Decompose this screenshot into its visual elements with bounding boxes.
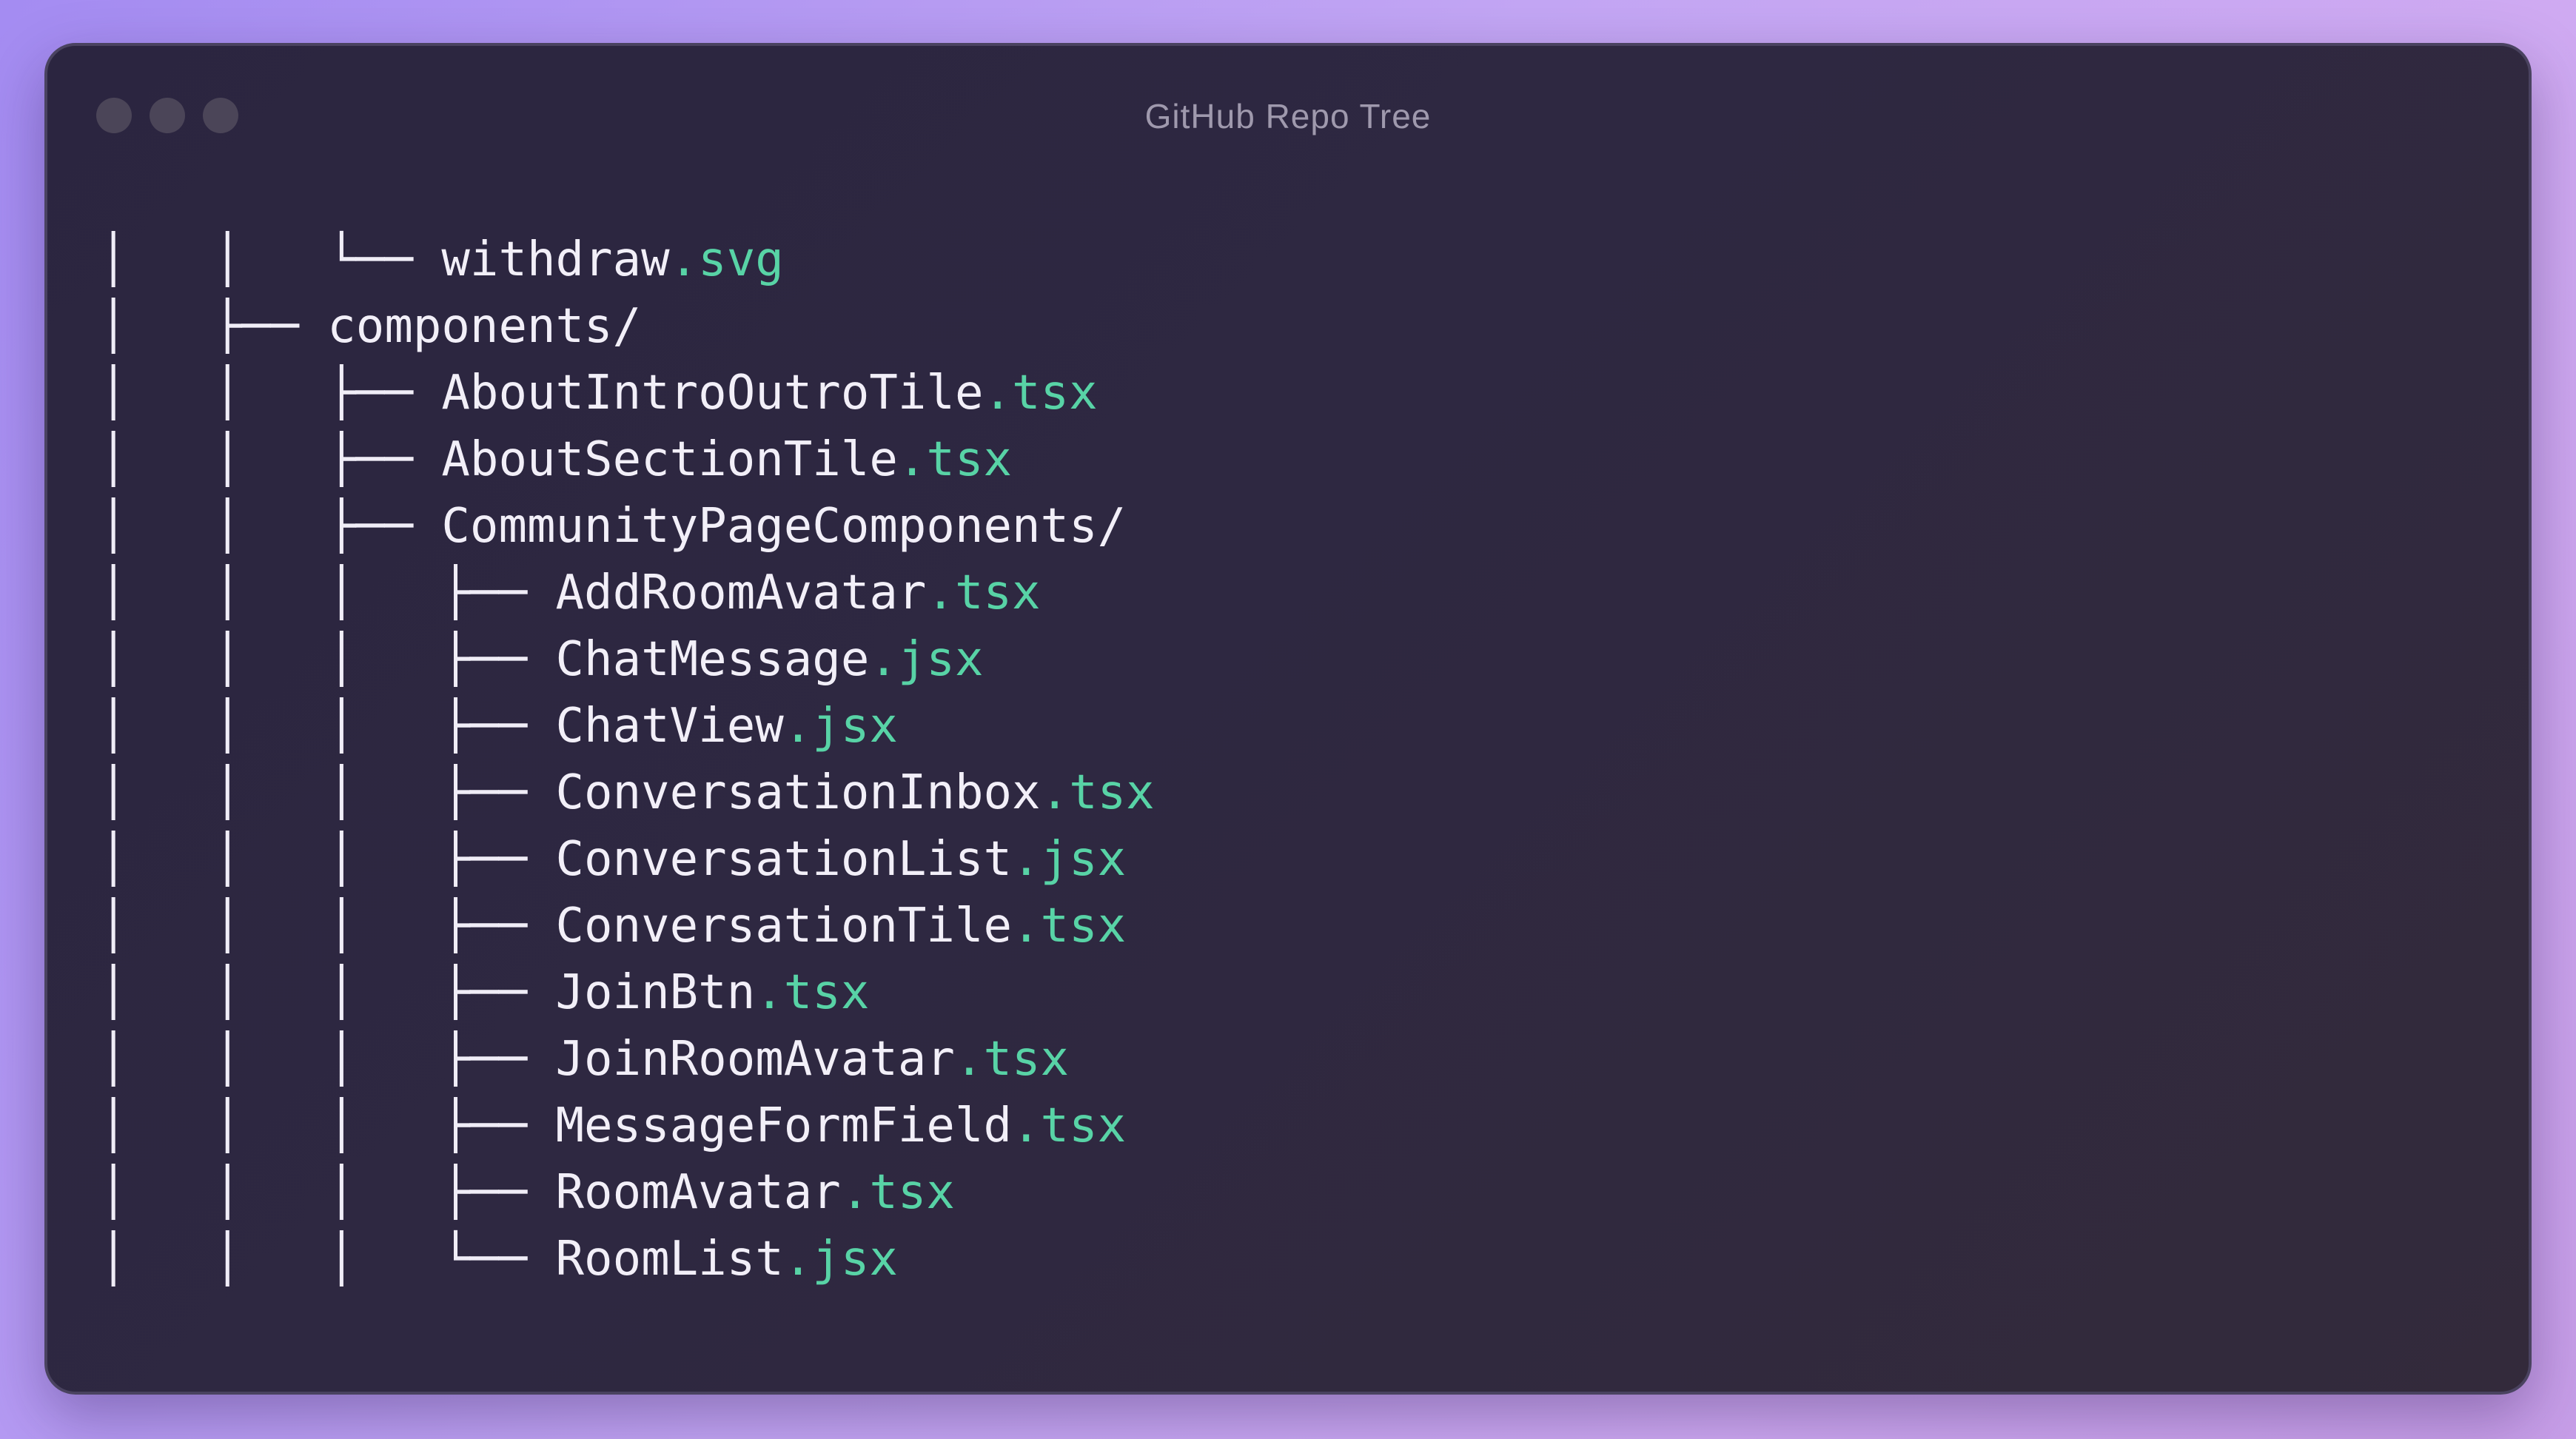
tree-entry-extension: .tsx [1040,765,1155,820]
tree-entry-extension: .tsx [840,1165,955,1220]
tree-guides: │ │ │ ├── [99,1165,556,1220]
window-title: GitHub Repo Tree [1144,97,1432,135]
tree-entry-extension: .jsx [1012,832,1127,887]
tree-entry-extension: .jsx [783,699,898,754]
tree-entry-name: ConversationList [555,832,1013,887]
repo-tree: │ │ └── withdraw.svg │ ├── components/ │… [99,227,1155,1292]
tree-entry-name: components/ [327,299,642,354]
tree-entry-extension: .tsx [983,366,1098,420]
tree-guides: │ │ │ └── [99,1232,556,1287]
tree-guides: │ │ │ ├── [99,699,556,754]
tree-row: │ │ ├── AboutIntroOutroTile.tsx [99,360,1155,426]
tree-row: │ │ │ ├── AddRoomAvatar.tsx [99,560,1155,626]
tree-entry-name: AddRoomAvatar [555,566,927,620]
tree-guides: │ ├── [99,299,328,354]
tree-guides: │ │ │ ├── [99,765,556,820]
tree-entry-name: ChatView [555,699,784,754]
tree-row: │ │ ├── CommunityPageComponents/ [99,493,1155,560]
tree-row: │ │ │ ├── MessageFormField.tsx [99,1093,1155,1159]
tree-row: │ │ │ ├── ConversationInbox.tsx [99,759,1155,826]
tree-entry-name: JoinRoomAvatar [555,1032,955,1087]
tree-guides: │ │ │ ├── [99,965,556,1020]
tree-entry-name: ConversationTile [555,899,1013,953]
tree-entry-name: AboutSectionTile [441,432,898,487]
tree-entry-extension: .tsx [1012,899,1127,953]
tree-entry-name: ConversationInbox [555,765,1041,820]
tree-row: │ │ └── withdraw.svg [99,227,1155,293]
tree-guides: │ │ ├── [99,499,442,554]
tree-row: │ │ │ ├── ChatMessage.jsx [99,626,1155,693]
tree-entry-name: AboutIntroOutroTile [441,366,984,420]
tree-guides: │ │ │ ├── [99,1098,556,1153]
tree-entry-name: JoinBtn [555,965,756,1020]
tree-entry-extension: .tsx [1012,1098,1127,1153]
tree-entry-extension: .jsx [783,1232,898,1287]
tree-row: │ │ │ ├── ChatView.jsx [99,693,1155,759]
tree-guides: │ │ │ ├── [99,832,556,887]
tree-row: │ ├── components/ [99,293,1155,360]
tree-guides: │ │ │ ├── [99,632,556,687]
tree-entry-name: RoomList [555,1232,784,1287]
tree-row: │ │ │ ├── ConversationTile.tsx [99,893,1155,959]
tree-entry-extension: .svg [669,232,784,287]
tree-guides: │ │ ├── [99,366,442,420]
tree-entry-name: RoomAvatar [555,1165,841,1220]
tree-guides: │ │ ├── [99,432,442,487]
tree-entry-name: withdraw [441,232,670,287]
tree-guides: │ │ └── [99,232,442,287]
tree-row: │ │ │ ├── JoinBtn.tsx [99,959,1155,1026]
tree-guides: │ │ │ ├── [99,1032,556,1087]
tree-entry-extension: .tsx [755,965,870,1020]
tree-row: │ │ │ ├── RoomAvatar.tsx [99,1159,1155,1226]
tree-row: │ │ ├── AboutSectionTile.tsx [99,426,1155,493]
tree-entry-name: MessageFormField [555,1098,1013,1153]
tree-row: │ │ │ ├── ConversationList.jsx [99,826,1155,893]
tree-entry-extension: .tsx [897,432,1012,487]
tree-entry-name: CommunityPageComponents/ [441,499,1127,554]
tree-entry-extension: .tsx [926,566,1041,620]
code-window: GitHub Repo Tree │ │ └── withdraw.svg │ … [44,43,2532,1395]
tree-row: │ │ │ └── RoomList.jsx [99,1226,1155,1292]
tree-entry-extension: .jsx [869,632,984,687]
tree-guides: │ │ │ ├── [99,566,556,620]
tree-entry-extension: .tsx [954,1032,1070,1087]
tree-row: │ │ │ ├── JoinRoomAvatar.tsx [99,1026,1155,1093]
tree-entry-name: ChatMessage [555,632,870,687]
tree-guides: │ │ │ ├── [99,899,556,953]
window-titlebar: GitHub Repo Tree [47,46,2529,187]
